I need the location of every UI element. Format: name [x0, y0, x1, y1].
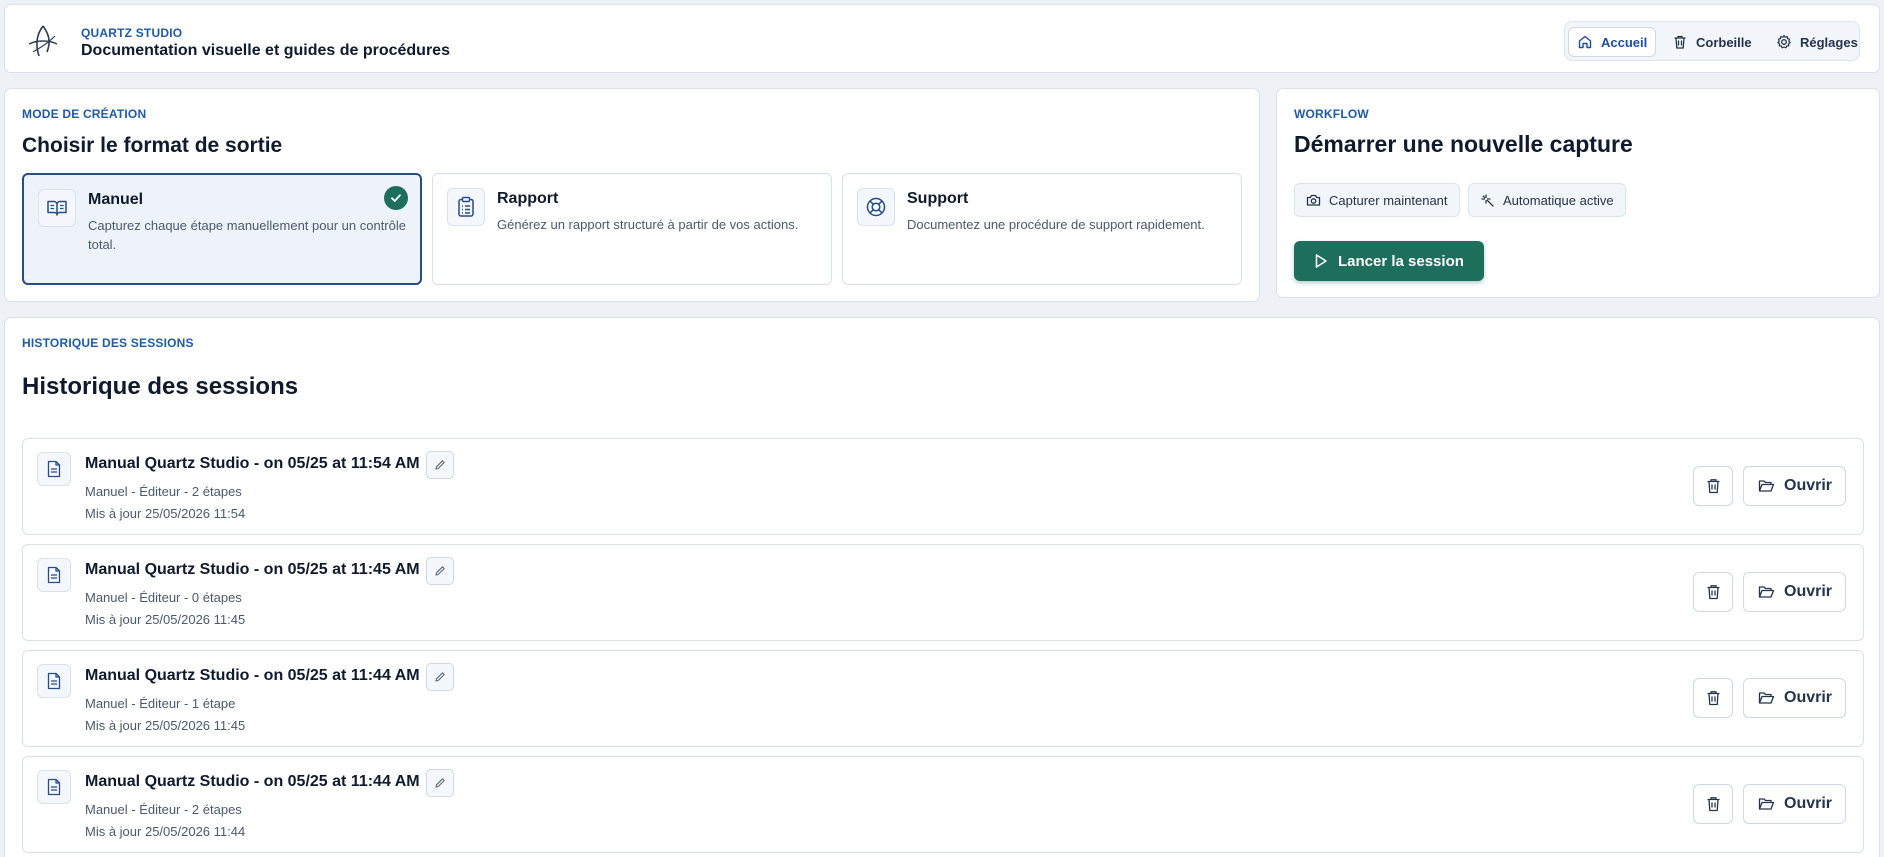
folder-open-icon	[1758, 479, 1775, 493]
mode-card: MODE DE CRÉATION Choisir le format de so…	[4, 88, 1260, 302]
workflow-eyebrow: WORKFLOW	[1294, 107, 1369, 121]
auto-active-label: Automatique active	[1503, 192, 1614, 208]
option-rapport[interactable]: Rapport Générez un rapport structuré à p…	[432, 173, 832, 285]
session-updated: Mis à jour 25/05/2026 11:54	[85, 506, 246, 521]
trash-icon	[1706, 584, 1721, 600]
nav-accueil-label: Accueil	[1601, 34, 1648, 50]
nav-corbeille[interactable]: Corbeille	[1664, 27, 1760, 57]
session-title: Manual Quartz Studio - on 05/25 at 11:44…	[85, 773, 420, 790]
option-manuel[interactable]: Manuel Capturez chaque étape manuellemen…	[22, 173, 422, 285]
folder-open-icon	[1758, 691, 1775, 705]
play-icon	[1314, 253, 1328, 269]
session-updated: Mis à jour 25/05/2026 11:44	[85, 824, 246, 839]
nav-corbeille-label: Corbeille	[1696, 34, 1752, 50]
check-icon	[384, 186, 408, 210]
session-row[interactable]: Manual Quartz Studio - on 05/25 at 11:45…	[22, 544, 1864, 641]
document-icon	[37, 770, 71, 804]
open-session-label: Ouvrir	[1784, 477, 1833, 494]
pencil-icon	[434, 671, 446, 683]
history-card: HISTORIQUE DES SESSIONS Historique des s…	[4, 317, 1880, 857]
edit-title-button[interactable]	[426, 769, 454, 797]
pencil-icon	[434, 777, 446, 789]
capture-now-label: Capturer maintenant	[1329, 192, 1448, 208]
session-meta: Manuel - Éditeur - 2 étapes	[85, 802, 242, 817]
main-nav: Accueil Corbeille Réglages	[1564, 21, 1860, 61]
session-title: Manual Quartz Studio - on 05/25 at 11:44…	[85, 667, 420, 684]
option-support-title: Support	[907, 190, 969, 207]
sparkle-icon	[1480, 193, 1495, 208]
trash-icon	[1672, 34, 1688, 50]
start-session-label: Lancer la session	[1338, 252, 1464, 270]
trash-icon	[1706, 478, 1721, 494]
session-row[interactable]: Manual Quartz Studio - on 05/25 at 11:54…	[22, 438, 1864, 535]
app-subtitle: Documentation visuelle et guides de proc…	[81, 42, 450, 59]
lifebuoy-icon	[857, 188, 895, 226]
delete-session-button[interactable]	[1693, 466, 1733, 506]
document-icon	[37, 664, 71, 698]
open-session-button[interactable]: Ouvrir	[1743, 784, 1846, 824]
session-title: Manual Quartz Studio - on 05/25 at 11:54…	[85, 455, 420, 472]
folder-open-icon	[1758, 797, 1775, 811]
option-rapport-title: Rapport	[497, 190, 559, 207]
option-manuel-title: Manuel	[88, 191, 144, 208]
session-row[interactable]: Manual Quartz Studio - on 05/25 at 11:44…	[22, 650, 1864, 747]
clipboard-icon	[447, 188, 485, 226]
option-manuel-description: Capturez chaque étape manuellement pour …	[88, 218, 406, 252]
workflow-title: Démarrer une nouvelle capture	[1294, 131, 1633, 157]
gear-icon	[1776, 34, 1792, 50]
capture-now-button[interactable]: Capturer maintenant	[1294, 183, 1460, 217]
edit-title-button[interactable]	[426, 557, 454, 585]
app-header: QUARTZ STUDIO Documentation visuelle et …	[4, 4, 1880, 73]
history-eyebrow: HISTORIQUE DES SESSIONS	[22, 336, 194, 350]
edit-title-button[interactable]	[426, 451, 454, 479]
option-support-description: Documentez une procédure de support rapi…	[907, 217, 1205, 232]
session-title: Manual Quartz Studio - on 05/25 at 11:45…	[85, 561, 420, 578]
option-support[interactable]: Support Documentez une procédure de supp…	[842, 173, 1242, 285]
app-name: QUARTZ STUDIO	[81, 26, 183, 40]
nav-reglages[interactable]: Réglages	[1768, 27, 1866, 57]
camera-icon	[1306, 193, 1321, 207]
quartz-logo-icon	[25, 22, 61, 62]
home-icon	[1577, 34, 1593, 50]
delete-session-button[interactable]	[1693, 784, 1733, 824]
open-session-label: Ouvrir	[1784, 583, 1833, 600]
session-row[interactable]: Manual Quartz Studio - on 05/25 at 11:44…	[22, 756, 1864, 853]
option-rapport-description: Générez un rapport structuré à partir de…	[497, 217, 799, 232]
session-updated: Mis à jour 25/05/2026 11:45	[85, 612, 246, 627]
pencil-icon	[434, 565, 446, 577]
history-title: Historique des sessions	[22, 373, 299, 400]
session-meta: Manuel - Éditeur - 0 étapes	[85, 590, 242, 605]
delete-session-button[interactable]	[1693, 572, 1733, 612]
workflow-card: WORKFLOW Démarrer une nouvelle capture C…	[1276, 88, 1880, 298]
document-icon	[37, 452, 71, 486]
open-session-button[interactable]: Ouvrir	[1743, 572, 1846, 612]
open-session-button[interactable]: Ouvrir	[1743, 678, 1846, 718]
folder-open-icon	[1758, 585, 1775, 599]
auto-active-toggle[interactable]: Automatique active	[1468, 183, 1626, 217]
document-icon	[37, 558, 71, 592]
session-meta: Manuel - Éditeur - 2 étapes	[85, 484, 242, 499]
edit-title-button[interactable]	[426, 663, 454, 691]
session-updated: Mis à jour 25/05/2026 11:45	[85, 718, 246, 733]
mode-title: Choisir le format de sortie	[22, 134, 283, 157]
delete-session-button[interactable]	[1693, 678, 1733, 718]
pencil-icon	[434, 459, 446, 471]
open-session-label: Ouvrir	[1784, 795, 1833, 812]
start-session-button[interactable]: Lancer la session	[1294, 241, 1484, 281]
trash-icon	[1706, 690, 1721, 706]
nav-reglages-label: Réglages	[1800, 34, 1858, 50]
open-session-button[interactable]: Ouvrir	[1743, 466, 1846, 506]
open-session-label: Ouvrir	[1784, 689, 1833, 706]
session-meta: Manuel - Éditeur - 1 étape	[85, 696, 236, 711]
book-icon	[38, 189, 76, 227]
mode-eyebrow: MODE DE CRÉATION	[22, 107, 147, 121]
nav-accueil[interactable]: Accueil	[1568, 27, 1657, 57]
trash-icon	[1706, 796, 1721, 812]
